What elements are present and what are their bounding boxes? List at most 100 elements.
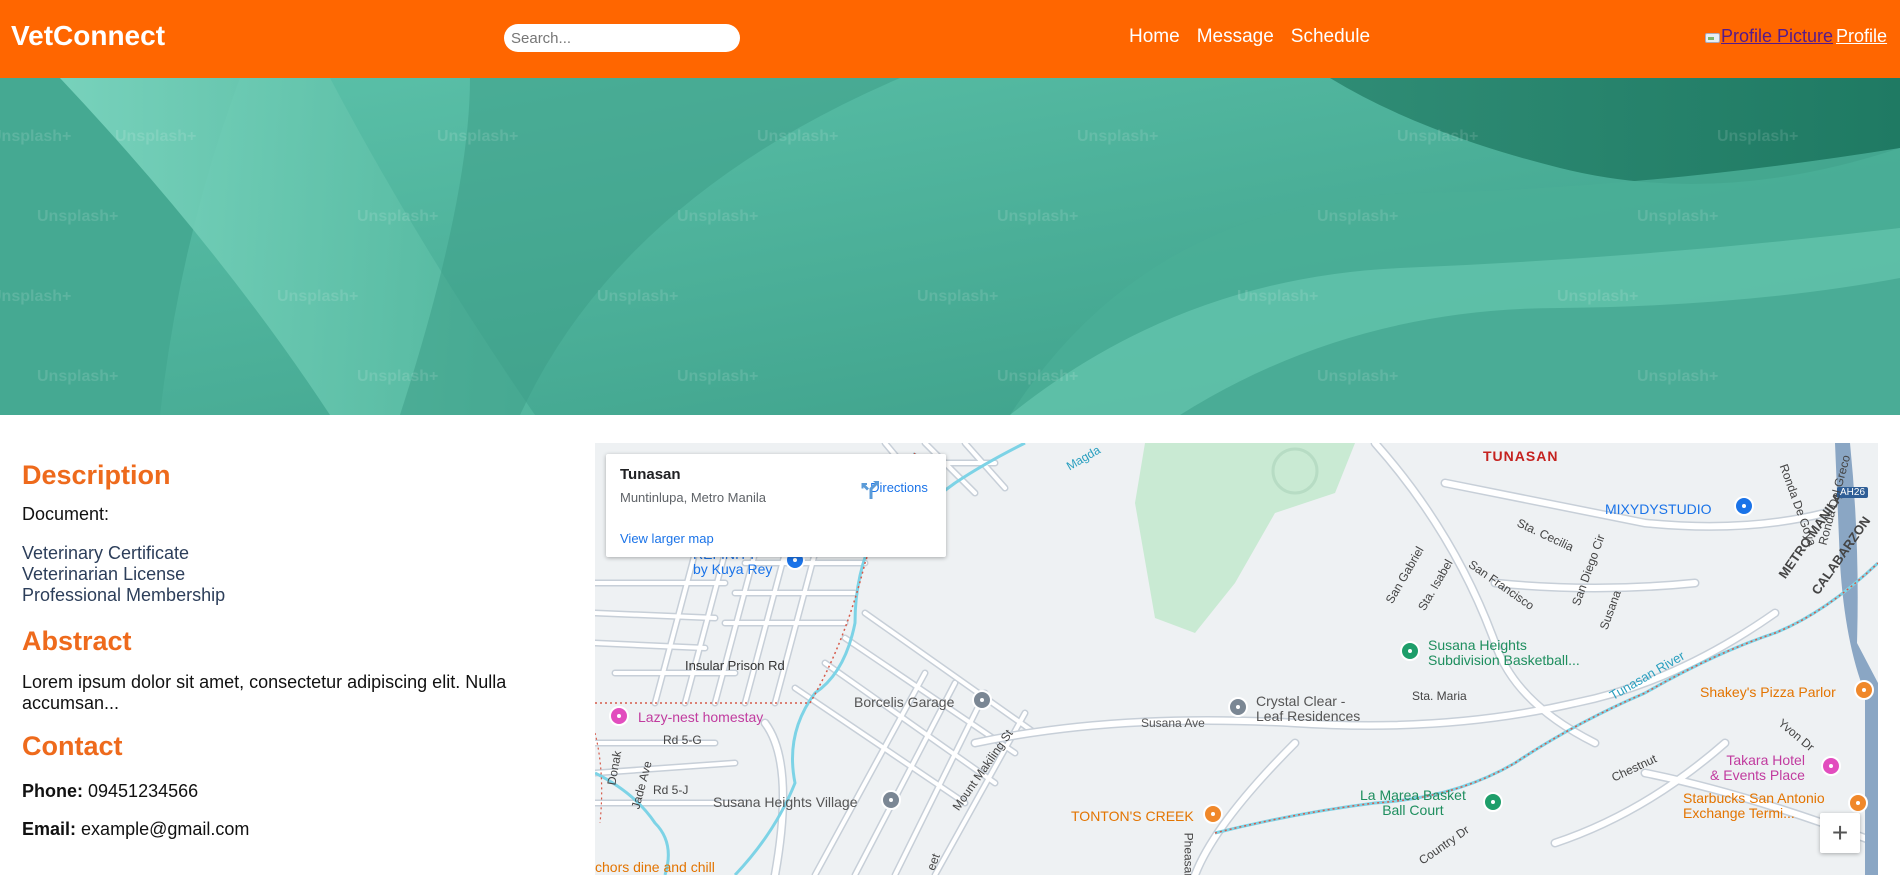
watermark-text: Unsplash+ <box>1717 128 1799 145</box>
watermark-text: Unsplash+ <box>357 208 439 225</box>
map-label-la-marea-line2: Ball Court <box>1382 802 1444 818</box>
watermark-text: Unsplash+ <box>757 128 839 145</box>
map-label-lazy-nest[interactable]: Lazy-nest homestay <box>638 709 763 725</box>
cafe-pin-icon[interactable] <box>1848 793 1868 813</box>
map-label-takara-line1: Takara Hotel <box>1726 752 1805 768</box>
watermark-text: Unsplash+ <box>1077 128 1159 145</box>
poi-pin-icon[interactable] <box>1734 496 1754 516</box>
restaurant-pin-icon[interactable] <box>1203 804 1223 824</box>
contact-phone: Phone: 09451234566 <box>22 781 562 802</box>
watermark-text: Unsplash+ <box>1637 368 1719 385</box>
watermark-text: Unsplash+ <box>37 368 119 385</box>
watermark-text: Unsplash+ <box>997 208 1079 225</box>
place-address: Muntinlupa, Metro Manila <box>620 490 766 505</box>
map-label-susana-village[interactable]: Susana Heights Village <box>713 794 858 810</box>
abstract-text: Lorem ipsum dolor sit amet, consectetur … <box>22 672 507 713</box>
contact-email: Email: example@gmail.com <box>22 819 562 840</box>
phone-label: Phone: <box>22 781 83 801</box>
map-label-refinity-line2: by Kuya Rey <box>693 561 773 577</box>
map-label-anchors[interactable]: chors dine and chill <box>595 859 715 875</box>
map-label-mixydystudio[interactable]: MIXYDYSTUDIO <box>1605 501 1712 517</box>
profile-area: Profile Picture Profile <box>1704 26 1887 47</box>
map-label-crystal-line1: Crystal Clear - <box>1256 693 1346 709</box>
nav-message-link[interactable]: Message <box>1197 26 1274 48</box>
map-label-takara[interactable]: Takara Hotel & Events Place <box>1710 753 1805 783</box>
watermark-text: Unsplash+ <box>277 288 359 305</box>
main-nav: Home Message Schedule <box>1129 26 1370 48</box>
profile-link[interactable]: Profile <box>1836 26 1887 47</box>
watermark-text: Unsplash+ <box>115 128 197 145</box>
watermark-text: Unsplash+ <box>357 368 439 385</box>
watermark-text: Unsplash+ <box>997 368 1079 385</box>
brand-logo[interactable]: VetConnect <box>11 20 165 52</box>
street-label-rd-5g: Rd 5-G <box>663 733 702 747</box>
profile-picture-alt: Profile Picture <box>1721 26 1834 46</box>
street-label-sta-maria: Sta. Maria <box>1412 689 1467 703</box>
street-label-rd-5j: Rd 5-J <box>653 783 689 797</box>
street-label-pheasant: Pheasant <box>1181 832 1196 875</box>
watermark-text: Unsplash+ <box>1317 208 1399 225</box>
watermark-text: Unsplash+ <box>677 208 759 225</box>
map-label-starbucks[interactable]: Starbucks San Antonio Exchange Termi... <box>1683 791 1825 821</box>
poi-pin-icon[interactable] <box>881 790 901 810</box>
document-link[interactable]: Veterinarian License <box>22 564 562 585</box>
description-heading: Description <box>22 460 171 490</box>
document-list: Veterinary Certificate Veterinarian Lice… <box>22 543 562 606</box>
profile-picture-link[interactable]: Profile Picture <box>1704 26 1833 47</box>
abstract-heading: Abstract <box>22 626 132 656</box>
map-label-starbucks-line2: Exchange Termi... <box>1683 805 1795 821</box>
map-label-susana-line1: Susana Heights <box>1428 637 1527 653</box>
watermark-text: Unsplash+ <box>437 128 519 145</box>
watermark-text: Unsplash+ <box>1557 288 1639 305</box>
nav-home-link[interactable]: Home <box>1129 26 1180 48</box>
poi-pin-icon[interactable] <box>972 690 992 710</box>
watermark-text: Unsplash+ <box>597 288 679 305</box>
watermark-text: Unsplash+ <box>1397 128 1479 145</box>
phone-value: 09451234566 <box>88 781 199 801</box>
directions-button[interactable]: Directions <box>859 478 939 499</box>
watermark-text: Unsplash+ <box>1317 368 1399 385</box>
hotel-pin-icon[interactable] <box>1821 756 1841 776</box>
search-input[interactable] <box>504 24 740 52</box>
map-label-la-marea-line1: La Marea Basket <box>1360 787 1466 803</box>
watermark-text: Unsplash+ <box>0 288 72 305</box>
hero-banner: Unsplash+ Unsplash+ Unsplash+ Unsplash+ … <box>0 78 1900 415</box>
map-label-crystal-clear[interactable]: Crystal Clear - Leaf Residences <box>1256 694 1360 724</box>
zoom-in-button[interactable]: + <box>1820 813 1860 853</box>
document-label: Document: <box>22 504 110 524</box>
document-link[interactable]: Professional Membership <box>22 585 562 606</box>
place-name: Tunasan <box>620 466 681 483</box>
restaurant-pin-icon[interactable] <box>1854 680 1874 700</box>
watermark-text: Unsplash+ <box>677 368 759 385</box>
park-pin-icon[interactable] <box>1483 792 1503 812</box>
street-label-susana-ave: Susana Ave <box>1141 716 1205 730</box>
map-place-card: Tunasan Muntinlupa, Metro Manila View la… <box>606 454 946 557</box>
park-pin-icon[interactable] <box>1400 641 1420 661</box>
document-link[interactable]: Veterinary Certificate <box>22 543 562 564</box>
contact-heading: Contact <box>22 731 123 761</box>
email-label: Email: <box>22 819 77 839</box>
email-value: example@gmail.com <box>81 819 250 839</box>
map-label-la-marea[interactable]: La Marea Basket Ball Court <box>1360 788 1466 818</box>
hotel-pin-icon[interactable] <box>609 706 629 726</box>
map-label-crystal-line2: Leaf Residences <box>1256 708 1361 724</box>
map-label-starbucks-line1: Starbucks San Antonio <box>1683 790 1825 806</box>
top-navbar: VetConnect Home Message Schedule Profile… <box>0 0 1900 78</box>
embedded-map[interactable]: TUNASAN MIXYDYSTUDIO REFINITY by Kuya Re… <box>595 443 1878 875</box>
map-label-shakeys[interactable]: Shakey's Pizza Parlor <box>1700 684 1836 700</box>
watermark-text: Unsplash+ <box>917 288 999 305</box>
info-column: Description Document: Veterinary Certifi… <box>22 460 562 840</box>
watermark-text: Unsplash+ <box>0 128 72 145</box>
map-label-susana-heights[interactable]: Susana Heights Subdivision Basketball... <box>1428 638 1580 668</box>
map-label-insular-prison-rd: Insular Prison Rd <box>685 658 785 673</box>
nav-schedule-link[interactable]: Schedule <box>1291 26 1370 48</box>
poi-pin-icon[interactable] <box>1228 697 1248 717</box>
watermark-text: Unsplash+ <box>1237 288 1319 305</box>
watermark-text: Unsplash+ <box>37 208 119 225</box>
banner-wave-graphic <box>0 78 1900 415</box>
map-label-tontons-creek[interactable]: TONTON'S CREEK <box>1071 808 1194 824</box>
broken-image-icon <box>1704 31 1720 43</box>
map-label-borcelis[interactable]: Borcelis Garage <box>854 694 954 710</box>
view-larger-map-link[interactable]: View larger map <box>620 531 714 546</box>
map-label-tunasan: TUNASAN <box>1483 448 1559 464</box>
